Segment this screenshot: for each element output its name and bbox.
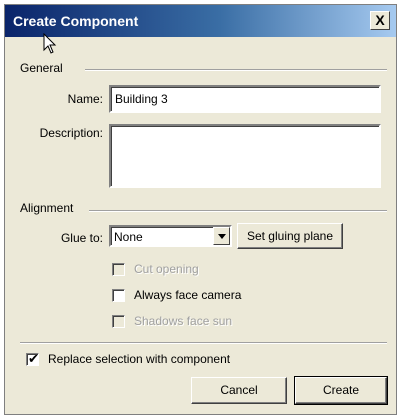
footer-divider [20,342,387,344]
checkmark-icon: ✔ [28,351,39,366]
cancel-button[interactable]: Cancel [191,377,287,404]
glue-to-label: Glue to: [60,231,103,245]
always-face-camera-checkbox[interactable] [112,289,125,302]
close-button[interactable]: X [370,11,390,30]
general-divider [85,69,387,71]
name-label: Name: [67,92,103,106]
alignment-group-label: Alignment [20,201,74,215]
cut-opening-label: Cut opening [134,262,199,276]
replace-selection-checkbox[interactable]: ✔ [26,351,39,366]
shadows-face-sun-checkbox[interactable] [112,315,125,328]
shadows-face-sun-label: Shadows face sun [134,314,233,328]
create-component-dialog: Create Component X General Name: Descrip… [4,4,397,415]
description-textarea[interactable] [109,124,381,188]
general-group-label: General [20,61,63,75]
name-input[interactable] [109,85,381,113]
close-icon: X [375,12,385,28]
always-face-camera-label: Always face camera [134,288,242,302]
glue-to-select[interactable]: None [109,225,232,247]
mouse-cursor-icon [43,33,57,54]
description-label: Description: [39,126,103,140]
cut-opening-checkbox[interactable] [112,263,125,276]
alignment-divider [89,210,387,212]
chevron-down-icon[interactable] [213,227,230,245]
replace-selection-label: Replace selection with component [48,352,231,366]
glue-to-value: None [114,230,143,244]
title-bar[interactable]: Create Component X [5,5,396,37]
window-title: Create Component [13,13,139,29]
set-gluing-plane-button[interactable]: Set gluing plane [237,223,343,249]
create-button[interactable]: Create [294,376,388,405]
